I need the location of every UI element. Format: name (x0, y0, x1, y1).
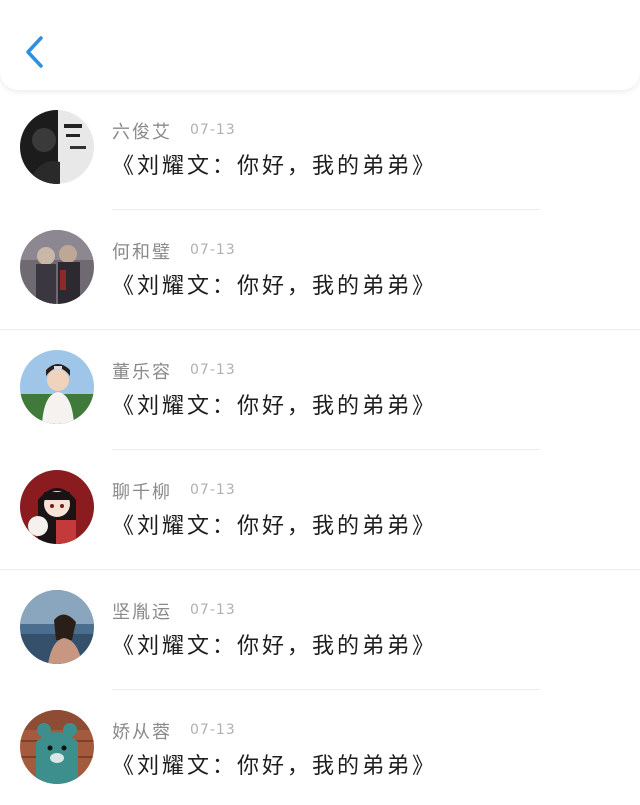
list-item[interactable]: 坚胤运 07-13 《刘耀文：你好，我的弟弟》 (0, 570, 640, 690)
message-date: 07-13 (190, 602, 236, 618)
avatar[interactable] (20, 470, 94, 544)
message-date: 07-13 (190, 242, 236, 258)
top-bar (0, 0, 640, 90)
message-list: 六俊艾 07-13 《刘耀文：你好，我的弟弟》 何和璧 07-13 《刘耀文：你… (0, 90, 640, 805)
chevron-left-icon (26, 36, 43, 68)
avatar[interactable] (20, 590, 94, 664)
message-date: 07-13 (190, 722, 236, 738)
sender-name: 坚胤运 (112, 602, 172, 623)
avatar[interactable] (20, 230, 94, 304)
message-preview: 《刘耀文：你好，我的弟弟》 (112, 634, 438, 659)
message-preview: 《刘耀文：你好，我的弟弟》 (112, 514, 438, 539)
message-date: 07-13 (190, 362, 236, 378)
list-item[interactable]: 娇从蓉 07-13 《刘耀文：你好，我的弟弟》 (0, 690, 640, 805)
sender-name: 何和璧 (112, 242, 172, 263)
list-item[interactable]: 聊千柳 07-13 《刘耀文：你好，我的弟弟》 (0, 450, 640, 570)
list-item[interactable]: 何和璧 07-13 《刘耀文：你好，我的弟弟》 (0, 210, 640, 330)
avatar[interactable] (20, 110, 94, 184)
back-button[interactable] (20, 32, 50, 72)
avatar[interactable] (20, 710, 94, 784)
list-item[interactable]: 董乐容 07-13 《刘耀文：你好，我的弟弟》 (0, 330, 640, 450)
sender-name: 六俊艾 (112, 122, 172, 143)
message-preview: 《刘耀文：你好，我的弟弟》 (112, 274, 438, 299)
message-preview: 《刘耀文：你好，我的弟弟》 (112, 394, 438, 419)
message-preview: 《刘耀文：你好，我的弟弟》 (112, 154, 438, 179)
sender-name: 董乐容 (112, 362, 172, 383)
message-date: 07-13 (190, 482, 236, 498)
sender-name: 聊千柳 (112, 482, 172, 503)
sender-name: 娇从蓉 (112, 722, 172, 743)
message-date: 07-13 (190, 122, 236, 138)
avatar[interactable] (20, 350, 94, 424)
message-preview: 《刘耀文：你好，我的弟弟》 (112, 754, 438, 779)
list-item[interactable]: 六俊艾 07-13 《刘耀文：你好，我的弟弟》 (0, 90, 640, 210)
